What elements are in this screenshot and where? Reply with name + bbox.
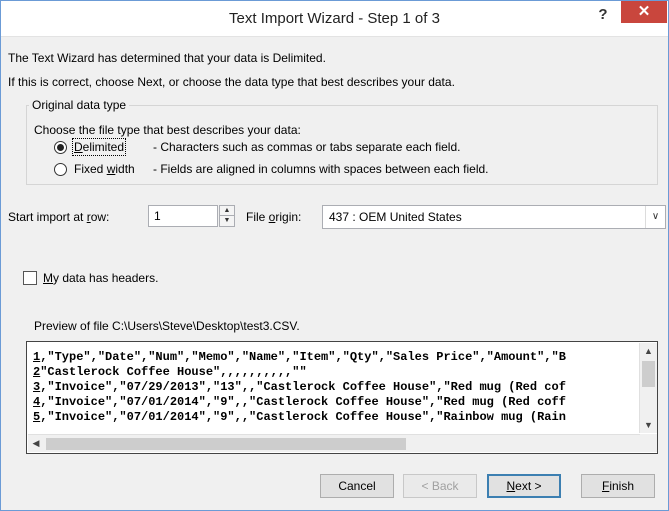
finish-button[interactable]: Finish [581,474,655,498]
intro-line-1: The Text Wizard has determined that your… [8,51,326,65]
headers-checkbox-label[interactable]: My data has headers. [43,271,158,285]
start-import-label: Start import at row: [8,210,110,224]
preview-row: 1,"Type","Date","Num","Memo","Name","Ite… [33,350,566,364]
preview-row: 2"Castlerock Coffee House",,,,,,,,,,"" [33,365,307,379]
scroll-up-icon[interactable]: ▲ [640,343,657,359]
preview-row: 3,"Invoice","07/29/2013","13",,"Castlero… [33,380,566,394]
vertical-scrollbar[interactable]: ▲ ▼ [639,343,657,433]
title-bar: Text Import Wizard - Step 1 of 3 ? ✕ [1,1,668,37]
fixed-width-description: - Fields are aligned in columns with spa… [153,162,489,176]
scroll-left-icon[interactable]: ◀ [28,435,44,452]
file-type-prompt: Choose the file type that best describes… [34,123,301,137]
help-button[interactable]: ? [591,5,615,27]
close-icon: ✕ [637,3,651,20]
delimited-label[interactable]: Delimited [71,138,127,156]
preview-row: 4,"Invoice","07/01/2014","9",,"Castleroc… [33,395,566,409]
spin-up-icon[interactable]: ▲ [220,206,234,216]
start-row-spinner[interactable]: ▲ ▼ [219,205,235,227]
horizontal-scrollbar[interactable]: ◀ ▶ [28,434,653,452]
vertical-scroll-thumb[interactable] [642,361,655,387]
window-title: Text Import Wizard - Step 1 of 3 [229,10,440,27]
preview-label: Preview of file C:\Users\Steve\Desktop\t… [34,319,300,333]
cancel-button[interactable]: Cancel [320,474,394,498]
back-button[interactable]: < Back [403,474,477,498]
scrollbar-corner [640,434,657,452]
file-origin-select[interactable]: 437 : OEM United States [322,205,666,229]
delimited-radio[interactable] [54,141,67,154]
fixed-width-label[interactable]: Fixed width [74,162,135,176]
headers-checkbox[interactable] [23,271,37,285]
file-origin-label: File origin: [246,210,302,224]
spin-down-icon[interactable]: ▼ [220,216,234,226]
fixed-width-radio[interactable] [54,163,67,176]
next-button[interactable]: Next > [487,474,561,498]
chevron-down-icon[interactable]: ∨ [645,206,665,228]
horizontal-scroll-thumb[interactable] [46,438,406,450]
delimited-description: - Characters such as commas or tabs sepa… [153,140,461,154]
preview-row: 5,"Invoice","07/01/2014","9",,"Castleroc… [33,410,566,424]
intro-line-2: If this is correct, choose Next, or choo… [8,75,455,89]
text-import-wizard-dialog: Text Import Wizard - Step 1 of 3 ? ✕ The… [0,0,669,511]
scroll-down-icon[interactable]: ▼ [640,417,657,433]
start-row-input[interactable]: 1 [148,205,218,227]
preview-pane[interactable]: 1,"Type","Date","Num","Memo","Name","Ite… [26,341,658,454]
group-legend: Original data type [29,98,130,112]
close-button[interactable]: ✕ [621,1,667,23]
